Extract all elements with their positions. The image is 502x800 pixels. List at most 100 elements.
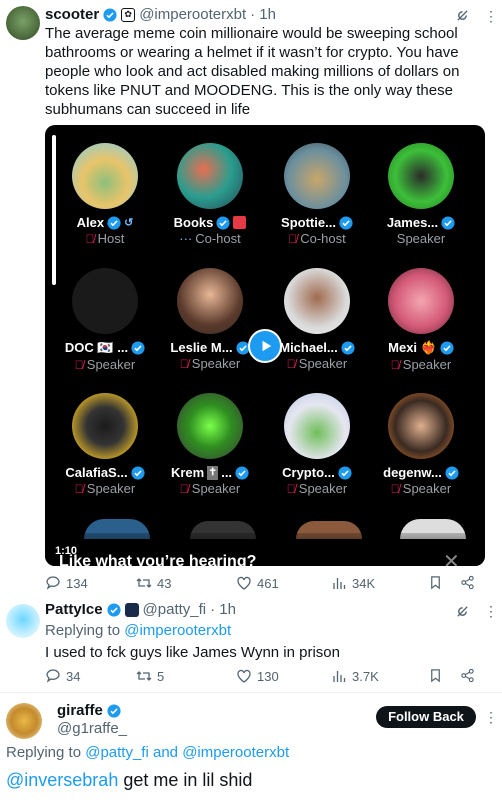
tweet-body: get me in lil shid [118,770,253,790]
cross-badge-icon: ✝ [207,465,219,480]
tweet-time[interactable]: · 1h [210,601,236,618]
speaker-card[interactable]: James... Speaker [367,143,475,246]
speaker-role: Speaker [298,481,348,496]
play-icon [262,340,272,352]
reply-button[interactable]: 134 [45,575,88,591]
reply-icon [46,576,60,590]
avatar-giraffe[interactable] [6,703,42,739]
affiliate-badge-icon: ✿ [121,7,136,22]
more-options-icon[interactable]: ⋮ [484,8,498,25]
more-options-icon[interactable]: ⋮ [484,709,498,726]
speaker-card[interactable]: Spottie... 🎙̸ Co-host [263,143,371,246]
speaker-name: Books [173,215,214,230]
mic-off-icon: 🎙̸ [288,231,298,246]
like-button[interactable]: 130 [236,668,279,684]
verified-badge-icon [440,341,454,355]
reply-mention-link[interactable]: @patty_fi [85,744,149,761]
retweet-count: 43 [157,575,172,591]
author-handle[interactable]: @patty_fi [143,601,207,618]
like-button[interactable]: 461 [236,575,279,591]
speaker-card[interactable]: DOC 🇰🇷 ... 🎙̸ Speaker [51,268,159,372]
speaker-card[interactable]: CalafiaS... 🎙̸ Speaker [51,393,159,496]
spaces-video-player[interactable]: Alex ↺ 🎙̸ Host Books ··· Co-host Spottie...… [45,125,485,566]
mic-off-icon: 🎙̸ [85,231,95,246]
speaker-name: Spottie... [281,215,336,230]
speaker-avatar [284,393,350,459]
speaker-avatar [177,143,243,209]
bookmark-icon[interactable] [428,668,443,683]
replying-label: Replying to [6,744,82,761]
views-count: 3.7K [352,668,379,684]
verified-badge-icon [338,465,352,480]
views-button[interactable]: 3.7K [331,668,379,684]
affiliate-badge-icon [124,602,139,617]
author-name[interactable]: giraffe [57,702,103,719]
replying-to-line: Replying to @patty_fi and @imperooterxbt [6,744,289,761]
mention-link[interactable]: @inversebrah [6,770,118,790]
reply-button[interactable]: 34 [45,668,80,684]
share-icon[interactable] [460,575,475,590]
speaker-card[interactable]: Mexi ❤️‍🔥 🎙̸ Speaker [367,268,475,372]
speaker-avatar [388,393,454,459]
speaker-role: Host [97,231,125,246]
grok-icon[interactable] [455,604,470,619]
speaker-card[interactable]: Alex ↺ 🎙̸ Host [51,143,159,246]
speaker-name: degenw... [383,465,442,480]
speaker-name: Michael... [279,340,338,355]
spaces-caption: Like what you’re hearing? [59,553,257,566]
speaker-role: Speaker [402,481,452,496]
speaker-avatar [72,268,138,334]
speaker-card[interactable]: degenw... 🎙̸ Speaker [367,393,475,496]
speaker-avatar [177,268,243,334]
speaker-role: Speaker [191,356,241,371]
mic-off-icon: 🎙̸ [390,357,400,372]
share-icon[interactable] [460,668,475,683]
verified-badge-icon [441,215,455,230]
mic-off-icon: 🎙̸ [286,356,296,371]
speaker-card[interactable]: Michael... 🎙̸ Speaker [263,268,371,371]
close-icon[interactable]: ✕ [443,549,460,566]
grok-icon[interactable] [455,8,470,23]
avatar-pattyice[interactable] [6,604,40,638]
retweet-icon [136,671,152,681]
verified-badge-icon [107,215,121,230]
retweet-icon [136,578,152,588]
speaker-avatar [177,393,243,459]
mic-off-icon: 🎙̸ [74,357,84,372]
speaker-role: Speaker [298,356,348,371]
retweet-button[interactable]: 43 [136,575,171,591]
reply-icon [46,669,60,683]
play-button[interactable] [248,329,282,363]
speaker-card[interactable]: Leslie M... 🎙̸ Speaker [156,268,264,371]
author-handle[interactable]: @imperooterxbt [139,6,246,23]
tweet-time[interactable]: · 1h [250,6,276,23]
author-name[interactable]: PattyIce [45,601,103,618]
speaker-name: Alex [76,215,105,230]
verified-badge-icon [103,7,117,22]
speaker-card[interactable]: Crypto... 🎙̸ Speaker [263,393,371,496]
speaker-role: Speaker [86,481,136,496]
tweet-text: The average meme coin millionaire would … [45,25,460,118]
verified-badge-icon [445,465,459,480]
speaker-card[interactable]: Books ··· Co-host [156,143,264,246]
reply-mention-link[interactable]: @imperooterxbt [124,622,231,639]
reply-count: 134 [66,575,88,591]
speaker-card[interactable]: Krem ✝... 🎙̸ Speaker [156,393,264,496]
views-icon [333,671,346,682]
ellipsis-icon: ··· [179,231,193,246]
replying-and: and [152,744,179,761]
avatar-scooter[interactable] [6,6,40,40]
retweet-count: 5 [157,668,165,684]
author-name[interactable]: scooter [45,6,99,23]
speaker-name: CalafiaS... [65,465,128,480]
follow-back-button[interactable]: Follow Back [376,706,476,728]
reply-mention-link[interactable]: @imperooterxbt [182,744,289,761]
replying-label: Replying to [45,622,121,639]
bookmark-icon[interactable] [428,575,443,590]
views-button[interactable]: 34K [331,575,375,591]
retweet-button[interactable]: 5 [136,668,164,684]
more-options-icon[interactable]: ⋮ [484,603,498,620]
author-handle[interactable]: @g1raffe_ [57,720,127,737]
heart-icon [237,669,251,683]
mic-off-icon: 🎙̸ [390,481,400,496]
